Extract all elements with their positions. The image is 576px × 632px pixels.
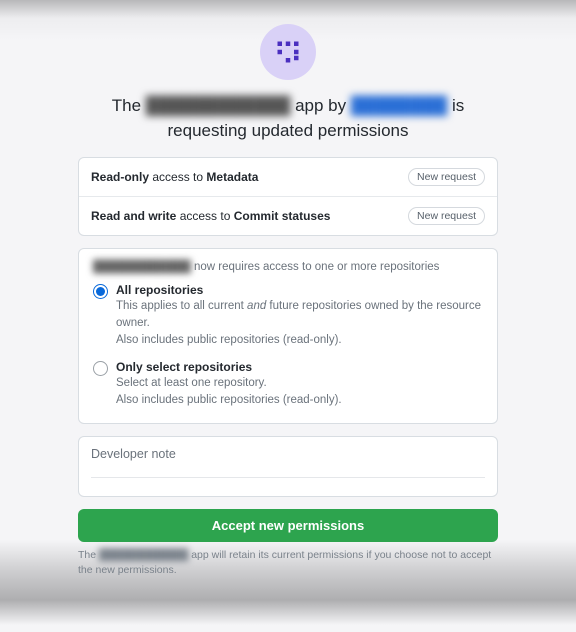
- radio-select-repositories[interactable]: [93, 361, 108, 376]
- new-request-badge: New request: [408, 207, 485, 225]
- permission-middle: access to: [152, 170, 203, 184]
- permission-prefix: Read-only: [91, 170, 149, 184]
- title-prefix: The: [112, 96, 141, 115]
- option-title: Only select repositories: [116, 360, 483, 374]
- app-name-redacted: ████████████: [146, 94, 291, 119]
- permission-row: Read-only access to Metadata New request: [79, 158, 497, 196]
- permission-label: Read and write access to Commit statuses: [91, 209, 330, 223]
- permission-middle: access to: [180, 209, 231, 223]
- repository-access-box: ████████████ now requires access to one …: [78, 248, 498, 423]
- developer-note-line: [91, 461, 485, 478]
- option-description: Select at least one repository. Also inc…: [116, 375, 483, 408]
- option-title: All repositories: [116, 283, 483, 297]
- radio-all-repositories[interactable]: [93, 284, 108, 299]
- new-request-badge: New request: [408, 168, 485, 186]
- option-body: Only select repositories Select at least…: [116, 360, 483, 408]
- option-description: This applies to all current and future r…: [116, 298, 483, 348]
- repo-intro: ████████████ now requires access to one …: [93, 261, 483, 273]
- title-mid: app by: [295, 96, 346, 115]
- permission-label: Read-only access to Metadata: [91, 170, 258, 184]
- permission-subject: Metadata: [206, 170, 258, 184]
- app-icon: [260, 24, 316, 80]
- accept-button[interactable]: Accept new permissions: [78, 509, 498, 542]
- repo-intro-suffix: now requires access to one or more repos…: [194, 261, 439, 273]
- developer-note-box: Developer note: [78, 436, 498, 497]
- permission-prefix: Read and write: [91, 209, 176, 223]
- developer-note-label: Developer note: [91, 447, 485, 461]
- app-logo-icon: [273, 37, 303, 67]
- option-body: All repositories This applies to all cur…: [116, 283, 483, 348]
- author-redacted: ████████: [351, 94, 447, 119]
- permission-subject: Commit statuses: [234, 209, 331, 223]
- footnote-app-redacted: ████████████: [99, 548, 188, 563]
- repo-option-all[interactable]: All repositories This applies to all cur…: [93, 283, 483, 348]
- footnote-prefix: The: [78, 549, 96, 561]
- footnote: The ████████████ app will retain its cur…: [78, 548, 498, 578]
- permission-row: Read and write access to Commit statuses…: [79, 196, 497, 235]
- content-column: The ████████████ app by ████████ is requ…: [78, 24, 498, 578]
- repo-option-select[interactable]: Only select repositories Select at least…: [93, 360, 483, 408]
- page-title: The ████████████ app by ████████ is requ…: [78, 94, 498, 143]
- permissions-box: Read-only access to Metadata New request…: [78, 157, 498, 236]
- repo-intro-redacted: ████████████: [93, 261, 191, 273]
- page-root: The ████████████ app by ████████ is requ…: [0, 0, 576, 632]
